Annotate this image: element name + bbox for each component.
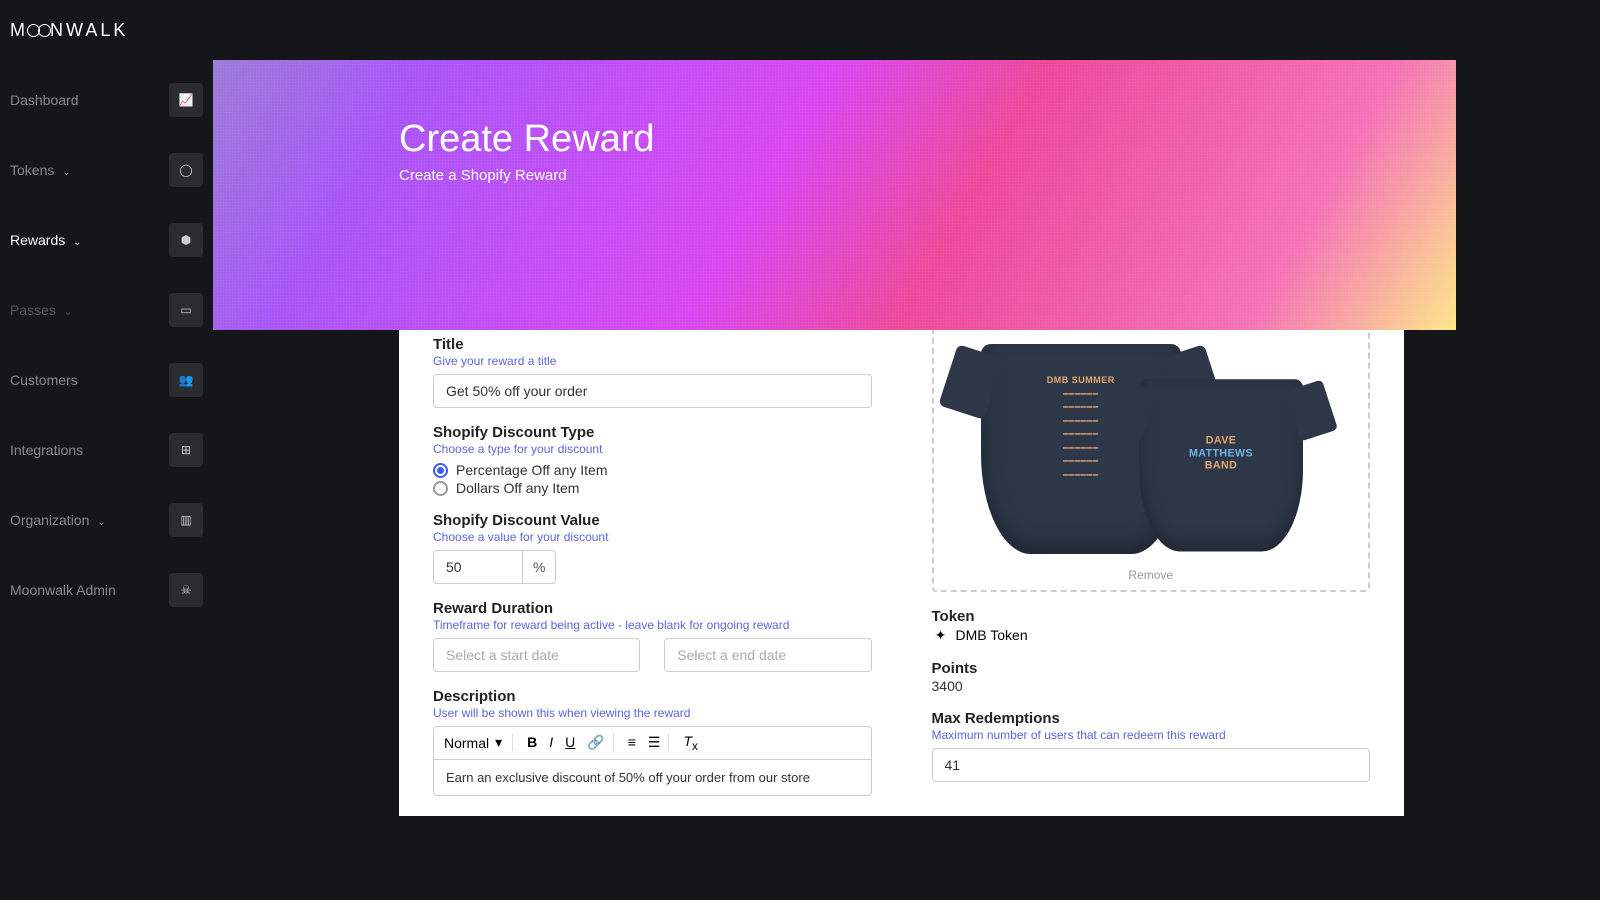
link-icon[interactable]: 🔗 [587, 734, 604, 751]
ordered-list-icon[interactable]: ≡ [628, 734, 636, 751]
underline-icon[interactable]: U [565, 734, 575, 751]
max-redemptions-help: Maximum number of users that can redeem … [932, 728, 1371, 742]
building-icon: ▥ [169, 503, 203, 537]
image-preview: DMB SUMMER━━━━━━━━━━━━━━━━━━━━━━━━━━━━━━… [942, 334, 1361, 564]
page-subtitle: Create a Shopify Reward [399, 167, 1456, 184]
title-input[interactable] [433, 374, 872, 408]
duration-label: Reward Duration [433, 600, 872, 617]
hex-icon: ⬢ [169, 223, 203, 257]
hero-banner: Create Reward Create a Shopify Reward [213, 60, 1456, 330]
title-label: Title [433, 336, 872, 353]
remove-image-button[interactable]: Remove [942, 568, 1361, 582]
sidebar: MNWALK Dashboard📈Tokens ⌄◯Rewards ⌄⬢Pass… [0, 0, 213, 900]
token-icon: ✦ [932, 626, 950, 644]
format-select[interactable]: Normal▾ [444, 734, 513, 751]
bold-icon[interactable]: B [527, 734, 537, 751]
chevron-down-icon: ⌄ [97, 517, 105, 528]
description-help: User will be shown this when viewing the… [433, 706, 872, 720]
sidebar-item-organization[interactable]: Organization ⌄▥ [0, 485, 213, 555]
topbar [213, 0, 1456, 60]
token-value: DMB Token [956, 627, 1028, 643]
card-icon: ▭ [169, 293, 203, 327]
grid-icon: ⊞ [169, 433, 203, 467]
end-date-input[interactable]: Select a end date [664, 638, 871, 672]
sidebar-item-passes[interactable]: Passes ⌄▭ [0, 275, 213, 345]
sidebar-item-tokens[interactable]: Tokens ⌄◯ [0, 135, 213, 205]
discount-value-help: Choose a value for your discount [433, 530, 872, 544]
start-date-input[interactable]: Select a start date [433, 638, 640, 672]
chevron-down-icon: ⌄ [62, 167, 70, 178]
radio-icon [433, 463, 448, 478]
sidebar-item-integrations[interactable]: Integrations⊞ [0, 415, 213, 485]
max-redemptions-input[interactable] [932, 748, 1371, 782]
points-value: 3400 [932, 678, 1371, 694]
discount-value-input[interactable] [433, 550, 523, 584]
discount-value-label: Shopify Discount Value [433, 512, 872, 529]
token-label: Token [932, 608, 1371, 625]
sidebar-item-customers[interactable]: Customers👥 [0, 345, 213, 415]
main-content: Create Reward Create a Shopify Reward Ty… [213, 0, 1456, 816]
circle-icon: ◯ [169, 153, 203, 187]
radio-label: Dollars Off any Item [456, 480, 579, 496]
form-card: Type Shopify Discount (DMB Merch Store) … [399, 258, 1404, 816]
duration-help: Timeframe for reward being active - leav… [433, 618, 872, 632]
brand-logo: MNWALK [0, 0, 213, 65]
radio-dollars[interactable]: Dollars Off any Item [433, 480, 872, 496]
chart-icon: 📈 [169, 83, 203, 117]
page-title: Create Reward [399, 118, 1456, 161]
sidebar-item-moonwalk-admin[interactable]: Moonwalk Admin☠ [0, 555, 213, 625]
chevron-down-icon: ⌄ [64, 307, 72, 318]
discount-suffix: % [523, 550, 556, 584]
radio-percentage[interactable]: Percentage Off any Item [433, 462, 872, 478]
people-icon: 👥 [169, 363, 203, 397]
discount-type-help: Choose a type for your discount [433, 442, 872, 456]
image-dropzone[interactable]: DMB SUMMER━━━━━━━━━━━━━━━━━━━━━━━━━━━━━━… [932, 324, 1371, 592]
discount-type-label: Shopify Discount Type [433, 424, 872, 441]
radio-icon [433, 481, 448, 496]
title-help: Give your reward a title [433, 354, 872, 368]
bullet-list-icon[interactable]: ☰ [648, 734, 661, 751]
sidebar-item-rewards[interactable]: Rewards ⌄⬢ [0, 205, 213, 275]
tshirt-front: DAVEMATTHEWSBAND [1139, 379, 1303, 551]
chevron-down-icon: ⌄ [73, 237, 81, 248]
editor-toolbar: Normal▾ B I U 🔗 ≡ ☰ Tx [433, 726, 872, 759]
italic-icon[interactable]: I [549, 734, 553, 751]
points-label: Points [932, 660, 1371, 677]
skull-icon: ☠ [169, 573, 203, 607]
description-editor[interactable]: Earn an exclusive discount of 50% off yo… [433, 759, 872, 796]
clear-format-icon[interactable]: Tx [683, 733, 697, 753]
max-redemptions-label: Max Redemptions [932, 710, 1371, 727]
sidebar-item-dashboard[interactable]: Dashboard📈 [0, 65, 213, 135]
radio-label: Percentage Off any Item [456, 462, 608, 478]
description-label: Description [433, 688, 872, 705]
